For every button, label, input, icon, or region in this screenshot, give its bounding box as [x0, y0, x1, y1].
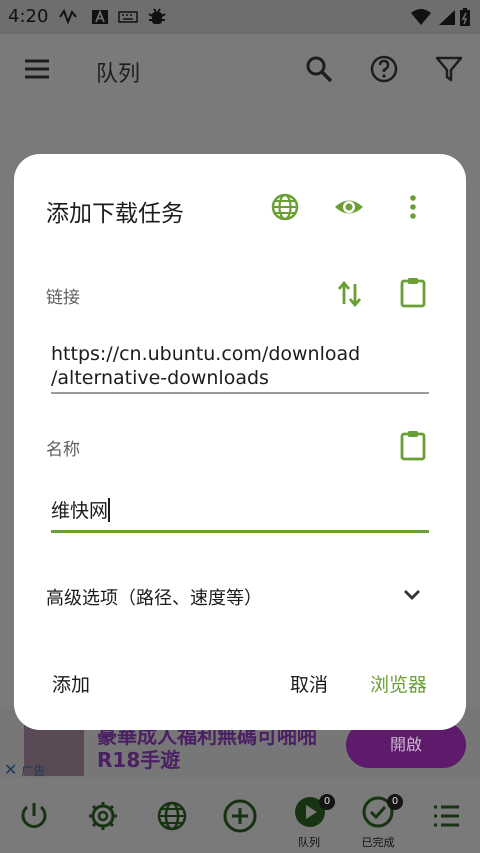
more-vert-icon[interactable] [397, 191, 429, 223]
chevron-down-icon[interactable] [397, 580, 427, 610]
globe-icon[interactable] [269, 191, 301, 223]
name-input-underline [51, 530, 429, 533]
text-cursor [108, 498, 111, 522]
name-label: 名称 [46, 440, 80, 460]
signal-icon [439, 10, 455, 25]
status-bar: 4:20 [0, 0, 480, 34]
queue-badge: 0 [319, 794, 335, 810]
list-icon[interactable] [426, 796, 466, 836]
menu-icon[interactable] [22, 54, 52, 84]
battery-icon [460, 8, 470, 26]
advanced-options-toggle[interactable]: 高级选项（路径、速度等） [46, 584, 262, 610]
search-icon[interactable] [304, 54, 334, 84]
nav-label-queue[interactable]: 队列 [284, 834, 334, 850]
ad-label-text: 广告 [21, 764, 46, 778]
name-input-text[interactable]: 维快网 [51, 500, 108, 522]
filter-icon[interactable] [434, 54, 464, 84]
bug-icon [148, 8, 166, 24]
add-button[interactable]: 添加 [52, 670, 90, 697]
ad-close-icon[interactable]: ✕ [4, 760, 17, 779]
a-notification-icon [92, 9, 108, 24]
ad-label[interactable]: ✕ 广告 [4, 760, 45, 779]
status-time: 4:20 [8, 6, 49, 27]
bottom-nav: 0 队列 0 已完成 [0, 778, 480, 853]
eye-icon[interactable] [333, 191, 365, 223]
browser-button[interactable]: 浏览器 [370, 670, 427, 697]
wifi-activity-icon [59, 8, 77, 25]
swap-vert-icon[interactable] [334, 278, 366, 310]
add-download-dialog: 添加下载任务 链接 https://cn.ubuntu.com/download… [14, 154, 466, 730]
name-input[interactable]: 维快网 [51, 498, 431, 523]
globe-icon[interactable] [152, 796, 192, 836]
completed-badge: 0 [387, 794, 403, 810]
cancel-button[interactable]: 取消 [290, 670, 328, 697]
settings-icon[interactable] [83, 796, 123, 836]
power-icon[interactable] [14, 796, 54, 836]
page-title: 队列 [96, 62, 141, 87]
clipboard-icon[interactable] [397, 429, 429, 461]
link-input[interactable]: https://cn.ubuntu.com/download /alternat… [51, 342, 431, 390]
dialog-title: 添加下载任务 [46, 201, 184, 227]
clipboard-icon[interactable] [397, 276, 429, 308]
app-bar: 队列 [0, 34, 480, 106]
add-circle-icon[interactable] [220, 796, 260, 836]
ad-text[interactable]: 豪華成人福利無碼可啪啪R18手遊 [97, 724, 337, 772]
wifi-icon [411, 9, 431, 25]
nav-label-completed[interactable]: 已完成 [353, 834, 403, 850]
help-icon[interactable] [369, 54, 399, 84]
keyboard-icon [118, 11, 138, 23]
link-label: 链接 [46, 288, 80, 308]
link-input-underline [51, 392, 429, 394]
